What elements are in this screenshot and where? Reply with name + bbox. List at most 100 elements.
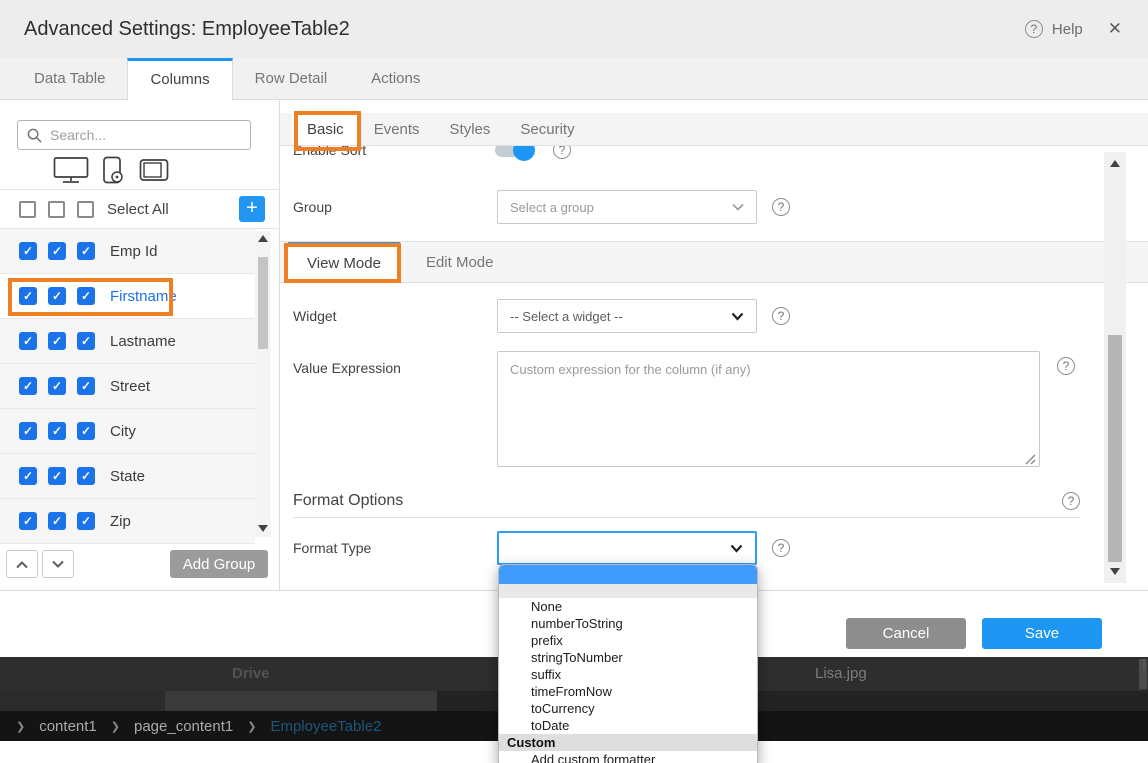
format-option[interactable]: toDate [499,717,757,734]
tab-actions[interactable]: Actions [349,58,442,99]
tab-styles[interactable]: Styles [435,113,506,145]
list-item-emp-id[interactable]: Emp Id [0,229,255,274]
help-icon[interactable] [1025,20,1043,38]
list-scrollbar[interactable] [255,231,271,537]
format-option[interactable]: timeFromNow [499,683,757,700]
tab-view-mode[interactable]: View Mode [288,242,400,282]
help-button[interactable]: Help [1052,21,1083,38]
breadcrumb-item-employeetable2[interactable]: EmployeeTable2 [270,718,381,735]
tab-basic[interactable]: Basic [292,113,359,145]
enable-sort-row: Enable Sort [280,146,1148,164]
select-all-checkbox-desktop[interactable] [19,201,36,218]
page-title: Advanced Settings: EmployeeTable2 [24,18,350,41]
checkbox-checked-icon[interactable] [19,512,37,530]
format-type-dropdown: None numberToString prefix stringToNumbe… [498,564,758,763]
enable-sort-toggle[interactable] [493,146,535,162]
format-option[interactable]: stringToNumber [499,649,757,666]
checkbox-checked-icon[interactable] [19,377,37,395]
help-icon[interactable] [1057,357,1075,375]
column-label: Zip [110,513,131,530]
checkbox-checked-icon[interactable] [77,242,95,260]
list-item-state[interactable]: State [0,454,255,499]
tab-events[interactable]: Events [359,113,435,145]
format-option[interactable]: Add custom formatter [499,751,757,763]
scroll-down-icon[interactable] [258,525,268,532]
format-option[interactable]: suffix [499,666,757,683]
background-cell-text: Lisa.jpg [815,665,867,682]
panel-scrollbar[interactable] [1104,152,1126,583]
format-type-select[interactable] [497,531,757,565]
checkbox-checked-icon[interactable] [48,242,66,260]
select-all-row: Select All + [0,190,280,229]
checkbox-checked-icon[interactable] [48,332,66,350]
checkbox-checked-icon[interactable] [48,422,66,440]
format-type-label: Format Type [293,540,497,556]
column-label: Street [110,378,150,395]
widget-select[interactable]: -- Select a widget -- [497,299,757,333]
list-item-zip[interactable]: Zip [0,499,255,544]
checkbox-checked-icon[interactable] [77,377,95,395]
checkbox-checked-icon[interactable] [48,287,66,305]
checkbox-checked-icon[interactable] [77,467,95,485]
add-group-button[interactable]: Add Group [170,550,268,578]
checkbox-checked-icon[interactable] [19,467,37,485]
select-all-checkbox-tablet[interactable] [77,201,94,218]
help-icon[interactable] [772,539,790,557]
scrollbar-thumb[interactable] [258,257,268,349]
checkbox-checked-icon[interactable] [48,512,66,530]
breadcrumb-item-content1[interactable]: content1 [39,718,97,735]
column-label: Lastname [110,333,176,350]
help-icon[interactable] [772,307,790,325]
select-all-checkbox-mobile[interactable] [48,201,65,218]
checkbox-checked-icon[interactable] [19,287,37,305]
checkbox-checked-icon[interactable] [77,512,95,530]
chevron-up-icon [15,560,29,569]
device-icons-row [0,150,280,190]
checkbox-checked-icon[interactable] [19,332,37,350]
close-icon[interactable]: ✕ [1108,19,1122,39]
help-icon[interactable] [772,198,790,216]
checkbox-checked-icon[interactable] [48,467,66,485]
value-expression-textarea[interactable] [497,351,1040,467]
add-column-button[interactable]: + [239,196,265,222]
checkbox-checked-icon[interactable] [19,242,37,260]
save-button[interactable]: Save [982,618,1102,649]
list-item-city[interactable]: City [0,409,255,454]
move-column-down-button[interactable] [42,550,74,578]
format-option[interactable]: prefix [499,632,757,649]
checkbox-checked-icon[interactable] [77,332,95,350]
checkbox-checked-icon[interactable] [77,422,95,440]
tab-row-detail[interactable]: Row Detail [233,58,350,99]
chevron-down-icon [51,560,65,569]
scroll-up-icon[interactable] [258,235,268,242]
search-input[interactable] [50,127,230,143]
format-option[interactable]: numberToString [499,615,757,632]
help-icon[interactable] [1062,492,1080,510]
list-item-street[interactable]: Street [0,364,255,409]
group-select[interactable]: Select a group [497,190,757,224]
scroll-down-icon[interactable] [1110,568,1120,575]
column-settings-panel: Basic Events Styles Security Enable Sort… [280,100,1148,590]
cancel-button[interactable]: Cancel [846,618,966,649]
checkbox-checked-icon[interactable] [77,287,95,305]
breadcrumb-item-page-content1[interactable]: page_content1 [134,718,233,735]
format-option[interactable]: None [499,598,757,615]
value-expression-label: Value Expression [293,360,497,376]
search-icon [27,128,42,143]
dropdown-selected-blank-option[interactable] [499,565,757,584]
tab-data-table[interactable]: Data Table [12,58,127,99]
tab-security[interactable]: Security [505,113,589,145]
column-label: Emp Id [110,243,158,260]
scrollbar-thumb[interactable] [1108,335,1122,562]
tab-columns[interactable]: Columns [127,58,232,100]
move-column-up-button[interactable] [6,550,38,578]
checkbox-checked-icon[interactable] [19,422,37,440]
format-option[interactable]: toCurrency [499,700,757,717]
scroll-up-icon[interactable] [1110,160,1120,167]
tab-edit-mode[interactable]: Edit Mode [400,242,520,282]
checkbox-checked-icon[interactable] [48,377,66,395]
list-item-firstname[interactable]: Firstname [0,274,255,319]
help-icon[interactable] [553,146,571,159]
list-item-lastname[interactable]: Lastname [0,319,255,364]
enable-sort-label: Enable Sort [293,146,493,158]
